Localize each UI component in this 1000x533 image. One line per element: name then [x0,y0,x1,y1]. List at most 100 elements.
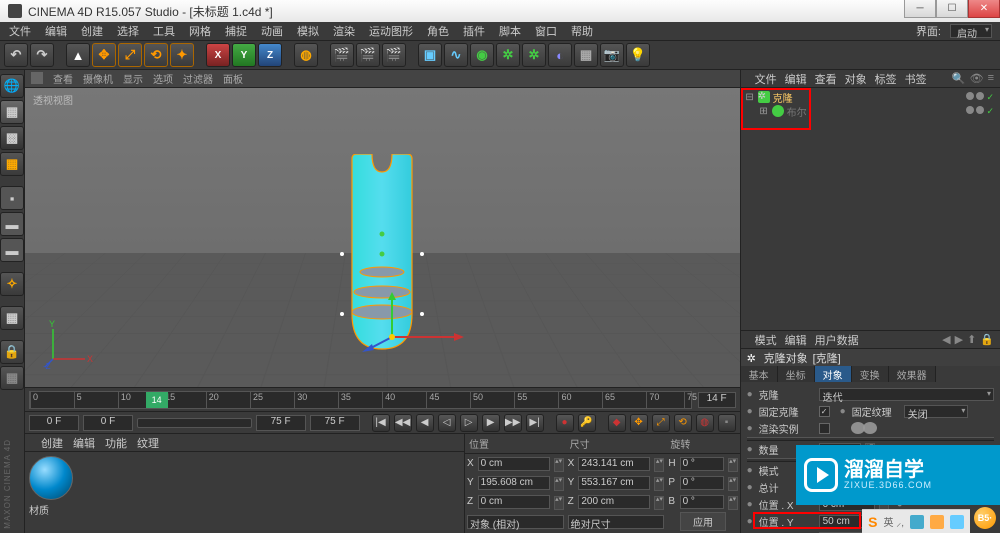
om-menu-view[interactable]: 查看 [815,71,837,87]
vp-menu-options[interactable]: 选项 [153,71,173,86]
expand-icon[interactable]: ⊞ [759,106,769,117]
menu-snap[interactable]: 捕捉 [220,22,252,40]
add-generator-button[interactable]: ◉ [470,43,494,67]
menu-mesh[interactable]: 网格 [184,22,216,40]
menu-animation[interactable]: 动画 [256,22,288,40]
menu-simulate[interactable]: 模拟 [292,22,324,40]
rotate-tool[interactable]: ⟲ [144,43,168,67]
attr-menu-mode[interactable]: 模式 [755,332,777,348]
menu-character[interactable]: 角色 [422,22,454,40]
vp-menu-cameras[interactable]: 摄像机 [83,71,113,86]
add-deformer-button[interactable]: ✲ [522,43,546,67]
pos-y-field[interactable]: 195.608 cm [478,476,550,490]
om-menu-file[interactable]: 文件 [755,71,777,87]
menu-mograph[interactable]: 运动图形 [364,22,418,40]
menu-file[interactable]: 文件 [4,22,36,40]
move-tool[interactable]: ✥ [92,43,116,67]
add-mograph-button[interactable]: ✲ [496,43,520,67]
add-light-button[interactable]: 📷 [600,43,624,67]
texture-mode-button[interactable]: ▩ [0,126,24,150]
menu-plugins[interactable]: 插件 [458,22,490,40]
layout-dropdown[interactable]: 启动 [950,24,992,38]
material-preview[interactable] [29,456,73,500]
add-camera-button[interactable]: ▦ [574,43,598,67]
viewport-solo-button[interactable]: ▦ [0,306,24,330]
object-name[interactable]: 克隆 [773,90,793,105]
maximize-button[interactable]: ☐ [936,0,968,18]
make-editable-button[interactable]: 🌐 [0,74,24,98]
axis-mode-button[interactable]: ✧ [0,272,24,296]
timeline-ruler[interactable]: 0 5 10 15 20 25 30 35 40 45 50 55 60 65 … [29,391,692,409]
material-name[interactable]: 材质 [29,502,460,517]
attr-menu-edit[interactable]: 编辑 [785,332,807,348]
menu-render[interactable]: 渲染 [328,22,360,40]
tray-icon[interactable] [910,515,924,529]
pos-x-spinner[interactable]: ▴▾ [554,458,564,472]
perspective-viewport[interactable]: 透视视图 [25,88,740,387]
goto-next-key-button[interactable]: ▶▶ [504,414,522,432]
eye-icon[interactable]: 👁 [970,72,984,85]
add-light-2-button[interactable]: 💡 [626,43,650,67]
workplane-snap-button[interactable]: ▦ [0,366,24,390]
menu-help[interactable]: 帮助 [566,22,598,40]
mat-menu-texture[interactable]: 纹理 [137,435,159,451]
om-menu-objects[interactable]: 对象 [845,71,867,87]
clone-mode-dropdown[interactable]: 迭代 [819,388,994,401]
key-pos-button[interactable]: ✥ [630,414,648,432]
minimize-button[interactable]: ─ [904,0,936,18]
add-spline-button[interactable]: ∿ [444,43,468,67]
attr-tab-basic[interactable]: 基本 [741,366,778,382]
tree-row-cloner[interactable]: ⊟ ✲ 克隆 ✓ [743,90,998,104]
preview-start-field[interactable]: 0 F [83,415,133,431]
undo-button[interactable]: ↶ [4,43,28,67]
object-axis-gizmo[interactable] [352,292,472,352]
key-param-button[interactable]: ◍ [696,414,714,432]
nav-fwd-icon[interactable]: ▶ [955,333,963,346]
lock-icon[interactable]: 🔒 [980,333,994,346]
menu-script[interactable]: 脚本 [494,22,526,40]
tray-icon[interactable] [930,515,944,529]
recent-tool[interactable]: ✦ [170,43,194,67]
goto-end-button[interactable]: ▶| [526,414,544,432]
om-menu-bookmarks[interactable]: 书签 [905,71,927,87]
om-menu-edit[interactable]: 编辑 [785,71,807,87]
menu-create[interactable]: 创建 [76,22,108,40]
autokey-button[interactable]: 🔑 [578,414,596,432]
render-settings-button[interactable]: 🎬 [382,43,406,67]
project-start-field[interactable]: 0 F [29,415,79,431]
rot-h-field[interactable]: 0 ° [680,457,724,471]
size-mode-dropdown[interactable]: 绝对尺寸 [568,515,665,529]
menu-tools[interactable]: 工具 [148,22,180,40]
close-button[interactable]: ✕ [968,0,1000,18]
viewport-panel-icon[interactable] [31,72,43,84]
record-button[interactable]: ● [556,414,574,432]
pos-z-field[interactable]: 0 cm [478,495,550,509]
live-select-tool[interactable]: ▲ [66,43,90,67]
om-menu-tags[interactable]: 标签 [875,71,897,87]
scale-tool[interactable]: ⤢ [118,43,142,67]
filter-icon[interactable]: ≡ [988,72,994,85]
polygon-mode-button[interactable]: ▬ [0,238,24,262]
project-end-field[interactable]: 75 F [310,415,360,431]
expand-icon[interactable]: ⊟ [745,92,755,103]
menu-select[interactable]: 选择 [112,22,144,40]
goto-start-button[interactable]: |◀ [372,414,390,432]
tree-row-boole[interactable]: ⊞ 布尔 ✓ [743,104,998,118]
object-tree[interactable]: ⊟ ✲ 克隆 ✓ ⊞ 布尔 ✓ [741,88,1000,330]
set-key-button[interactable]: ◆ [608,414,626,432]
play-backward-button[interactable]: ◁ [438,414,456,432]
timeline-range-slider[interactable] [137,418,252,428]
step-forward-button[interactable]: ▶ [482,414,500,432]
key-scale-button[interactable]: ⤢ [652,414,670,432]
fixed-texture-dropdown[interactable]: 关闭 [904,405,969,418]
mat-menu-edit[interactable]: 编辑 [73,435,95,451]
key-rot-button[interactable]: ⟲ [674,414,692,432]
attr-tab-object[interactable]: 对象 [815,366,852,382]
goto-prev-key-button[interactable]: ◀◀ [394,414,412,432]
edge-mode-button[interactable]: ▬ [0,212,24,236]
sogou-icon[interactable]: S [868,514,877,530]
preview-end-field[interactable]: 75 F [256,415,306,431]
step-back-button[interactable]: ◀ [416,414,434,432]
mat-menu-function[interactable]: 功能 [105,435,127,451]
redo-button[interactable]: ↷ [30,43,54,67]
